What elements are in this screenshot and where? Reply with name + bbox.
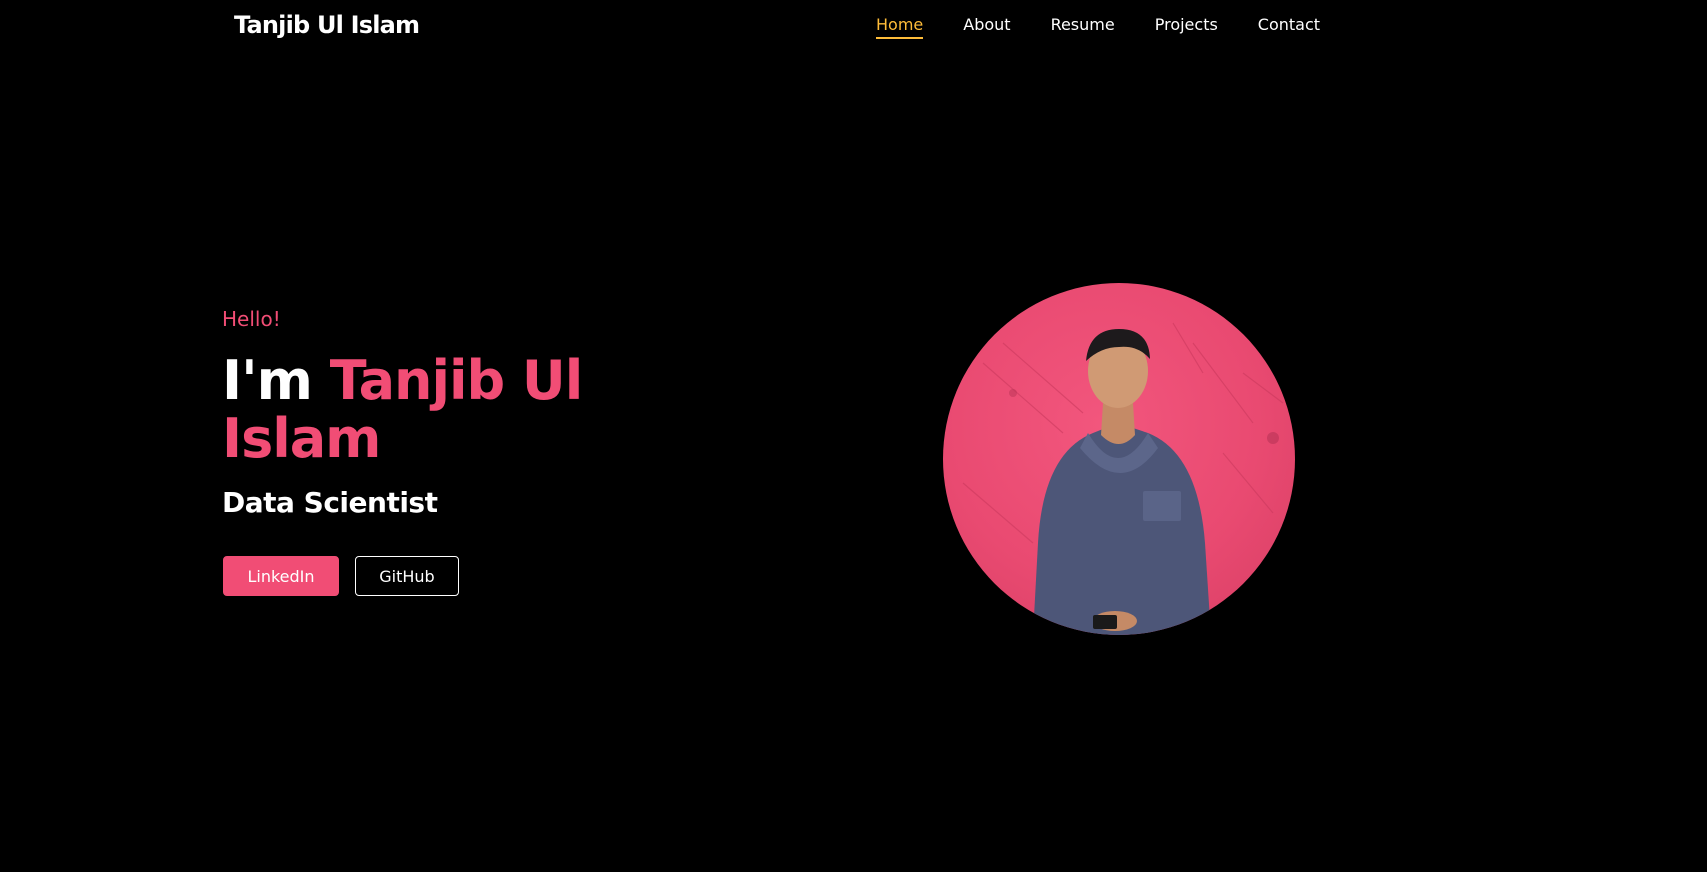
hero-greeting: Hello! [222,307,281,331]
nav-links: Home About Resume Projects Contact [876,15,1320,39]
nav-item-projects[interactable]: Projects [1155,15,1218,37]
brand-logo[interactable]: Tanjib Ul Islam [234,11,420,39]
nav-item-about[interactable]: About [963,15,1010,37]
github-button[interactable]: GitHub [355,556,459,596]
linkedin-button[interactable]: LinkedIn [223,556,339,596]
hero-headline: I'm Tanjib Ul Islam [222,352,662,468]
nav-item-resume[interactable]: Resume [1051,15,1115,37]
nav-item-home[interactable]: Home [876,15,924,39]
nav-item-contact[interactable]: Contact [1258,15,1320,37]
hero-role: Data Scientist [222,486,438,519]
headline-prefix: I'm [222,349,330,412]
hero-text: Hello! I'm Tanjib Ul Islam Data Scientis… [222,304,662,519]
navbar: Tanjib Ul Islam Home About Resume Projec… [0,0,1707,54]
profile-photo [943,283,1295,635]
hero-buttons: LinkedIn GitHub [223,556,459,596]
person-illustration [962,322,1284,635]
page: Tanjib Ul Islam Home About Resume Projec… [0,0,1707,872]
